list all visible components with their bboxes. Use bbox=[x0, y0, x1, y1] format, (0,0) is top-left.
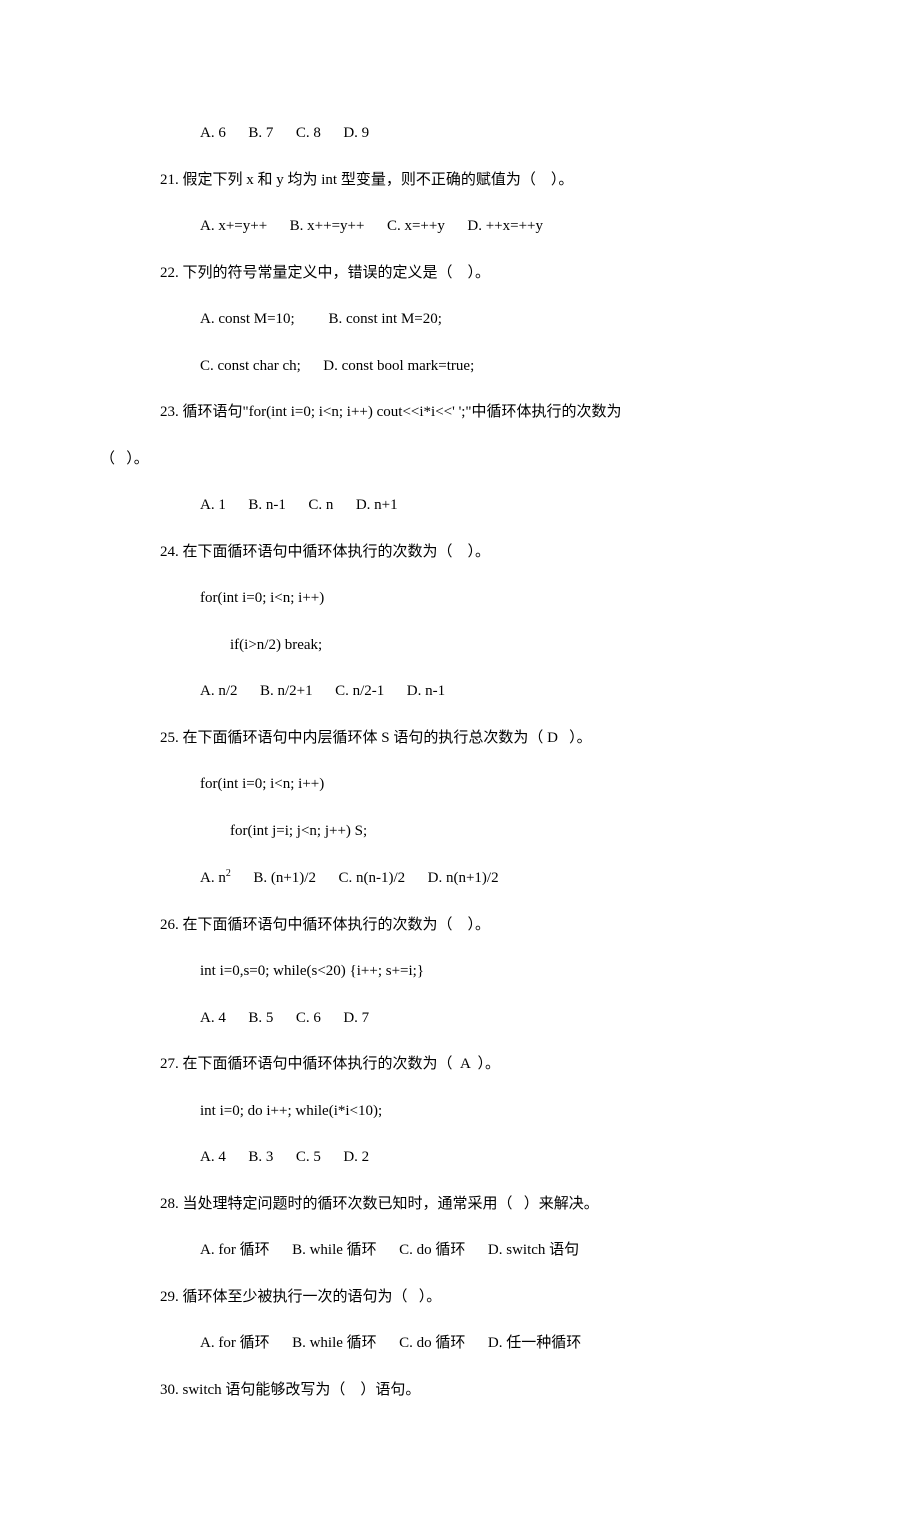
q22-text: 22. 下列的符号常量定义中，错误的定义是（ ）。 bbox=[100, 250, 850, 297]
q21-options: A. x+=y++ B. x++=y++ C. x=++y D. ++x=++y bbox=[100, 203, 850, 250]
q26-options: A. 4 B. 5 C. 6 D. 7 bbox=[100, 995, 850, 1042]
q27-text: 27. 在下面循环语句中循环体执行的次数为（ A ）。 bbox=[100, 1041, 850, 1088]
q26-code: int i=0,s=0; while(s<20) {i++; s+=i;} bbox=[100, 948, 850, 995]
q30-text: 30. switch 语句能够改写为（ ）语句。 bbox=[100, 1367, 850, 1414]
q23-text-b: （ ）。 bbox=[100, 436, 850, 483]
q29-options: A. for 循环 B. while 循环 C. do 循环 D. 任一种循环 bbox=[100, 1320, 850, 1367]
q29-text: 29. 循环体至少被执行一次的语句为（ ）。 bbox=[100, 1274, 850, 1321]
q26-text: 26. 在下面循环语句中循环体执行的次数为（ ）。 bbox=[100, 902, 850, 949]
q25-options: A. n2 B. (n+1)/2 C. n(n-1)/2 D. n(n+1)/2 bbox=[100, 854, 850, 902]
q24-text: 24. 在下面循环语句中循环体执行的次数为（ ）。 bbox=[100, 529, 850, 576]
q22-options-a: A. const M=10; B. const int M=20; bbox=[100, 296, 850, 343]
q24-options: A. n/2 B. n/2+1 C. n/2-1 D. n-1 bbox=[100, 668, 850, 715]
q27-options: A. 4 B. 3 C. 5 D. 2 bbox=[100, 1134, 850, 1181]
q25-code-a: for(int i=0; i<n; i++) bbox=[100, 761, 850, 808]
q28-options: A. for 循环 B. while 循环 C. do 循环 D. switch… bbox=[100, 1227, 850, 1274]
q25-code-b: for(int j=i; j<n; j++) S; bbox=[100, 808, 850, 855]
document-content: A. 6 B. 7 C. 8 D. 9 21. 假定下列 x 和 y 均为 in… bbox=[0, 110, 920, 1413]
q23-text-a: 23. 循环语句"for(int i=0; i<n; i++) cout<<i*… bbox=[100, 389, 850, 436]
q24-code-a: for(int i=0; i<n; i++) bbox=[100, 575, 850, 622]
q25-opt-rest: B. (n+1)/2 C. n(n-1)/2 D. n(n+1)/2 bbox=[231, 870, 499, 886]
q23-options: A. 1 B. n-1 C. n D. n+1 bbox=[100, 482, 850, 529]
q20-options: A. 6 B. 7 C. 8 D. 9 bbox=[100, 110, 850, 157]
q27-code: int i=0; do i++; while(i*i<10); bbox=[100, 1088, 850, 1135]
q25-text: 25. 在下面循环语句中内层循环体 S 语句的执行总次数为（ D ）。 bbox=[100, 715, 850, 762]
q22-options-b: C. const char ch; D. const bool mark=tru… bbox=[100, 343, 850, 390]
q28-text: 28. 当处理特定问题时的循环次数已知时，通常采用（ ）来解决。 bbox=[100, 1181, 850, 1228]
q25-opt-a: A. n bbox=[200, 870, 226, 886]
q24-code-b: if(i>n/2) break; bbox=[100, 622, 850, 669]
q21-text: 21. 假定下列 x 和 y 均为 int 型变量，则不正确的赋值为（ ）。 bbox=[100, 157, 850, 204]
